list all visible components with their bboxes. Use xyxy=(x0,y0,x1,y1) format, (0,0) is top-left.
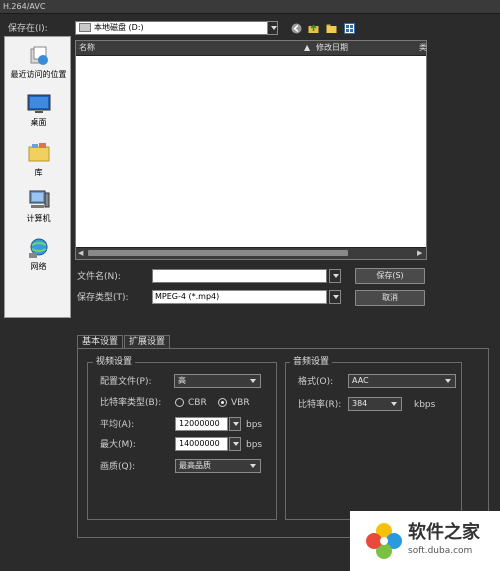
window-title: H.264/AVC xyxy=(0,0,500,14)
filetype-select[interactable]: MPEG-4 (*.mp4) xyxy=(152,290,327,304)
cancel-button[interactable]: 取消 xyxy=(355,290,425,306)
place-recent[interactable]: 最近访问的位置 xyxy=(5,45,72,80)
filetype-dropdown-button[interactable] xyxy=(329,290,341,304)
bitrate-type-label: 比特率类型(B): xyxy=(100,398,162,408)
back-icon[interactable] xyxy=(291,23,302,34)
tab-extended-settings[interactable]: 扩展设置 xyxy=(124,335,170,349)
video-settings-title: 视频设置 xyxy=(93,357,136,368)
place-label: 库 xyxy=(34,168,43,177)
filename-dropdown-button[interactable] xyxy=(329,269,341,283)
places-bar: 最近访问的位置 桌面 库 计算机 网络 xyxy=(4,36,71,318)
audio-bitrate-label: 比特率(R): xyxy=(298,400,342,410)
vbr-label: VBR xyxy=(231,398,250,408)
save-button[interactable]: 保存(S) xyxy=(355,268,425,284)
brand-logo-icon xyxy=(366,523,402,559)
format-label: 格式(O): xyxy=(298,377,334,387)
recent-places-icon xyxy=(30,46,48,65)
max-unit: bps xyxy=(246,440,263,450)
filename-label: 文件名(N): xyxy=(77,272,121,282)
average-label: 平均(A): xyxy=(100,420,135,430)
max-bitrate-dropdown[interactable] xyxy=(229,437,241,451)
scroll-left-icon[interactable]: ◀ xyxy=(78,249,83,257)
quality-label: 画质(Q): xyxy=(100,462,136,472)
computer-icon xyxy=(29,190,49,208)
filename-input[interactable] xyxy=(152,269,327,283)
watermark: 软件之家 soft.duba.com xyxy=(350,511,500,571)
desktop-icon xyxy=(27,94,50,113)
format-select[interactable]: AAC xyxy=(348,374,456,388)
drive-icon xyxy=(79,23,91,32)
file-list[interactable]: 名称 ▲ 修改日期 类 ◀ ▶ xyxy=(75,40,427,260)
network-icon xyxy=(28,238,47,258)
place-label: 计算机 xyxy=(26,214,51,223)
average-bitrate-input[interactable]: 12000000 xyxy=(175,417,228,431)
save-in-label: 保存在(I): xyxy=(8,24,48,34)
profile-label: 配置文件(P): xyxy=(100,377,152,387)
average-bitrate-dropdown[interactable] xyxy=(229,417,241,431)
profile-select[interactable]: 高 xyxy=(174,374,261,388)
scroll-thumb[interactable] xyxy=(88,250,348,256)
save-in-dropdown-button[interactable] xyxy=(267,21,278,35)
brand-url: soft.duba.com xyxy=(408,546,473,556)
max-bitrate-input[interactable]: 14000000 xyxy=(175,437,228,451)
view-menu-icon[interactable] xyxy=(344,23,355,34)
place-desktop[interactable]: 桌面 xyxy=(5,93,72,128)
tab-basic-settings[interactable]: 基本设置 xyxy=(77,335,123,349)
column-name[interactable]: 名称 xyxy=(79,41,95,55)
cbr-label: CBR xyxy=(188,398,207,408)
max-label: 最大(M): xyxy=(100,440,136,450)
audio-bitrate-unit: kbps xyxy=(414,400,436,410)
cbr-radio[interactable] xyxy=(175,398,184,407)
place-computer[interactable]: 计算机 xyxy=(5,189,72,224)
column-modified[interactable]: 修改日期 xyxy=(316,41,348,55)
libraries-icon xyxy=(28,143,49,162)
audio-settings-title: 音频设置 xyxy=(290,357,333,368)
place-network[interactable]: 网络 xyxy=(5,237,72,272)
filetype-label: 保存类型(T): xyxy=(77,293,129,303)
place-libraries[interactable]: 库 xyxy=(5,141,72,178)
place-label: 网络 xyxy=(30,262,47,271)
vbr-radio[interactable] xyxy=(218,398,227,407)
place-label: 最近访问的位置 xyxy=(10,70,67,79)
column-type[interactable]: 类 xyxy=(419,41,427,55)
quality-select[interactable]: 最高品质 xyxy=(175,459,261,473)
brand-name: 软件之家 xyxy=(408,522,480,543)
scroll-right-icon[interactable]: ▶ xyxy=(417,249,422,257)
file-list-header: 名称 ▲ 修改日期 类 xyxy=(76,41,427,56)
average-unit: bps xyxy=(246,420,263,430)
audio-bitrate-select[interactable]: 384 xyxy=(348,397,402,411)
new-folder-icon[interactable] xyxy=(326,23,337,34)
up-folder-icon[interactable] xyxy=(308,23,319,34)
horizontal-scrollbar[interactable]: ◀ ▶ xyxy=(76,247,426,259)
sort-up-icon: ▲ xyxy=(304,43,311,52)
save-in-value: 本地磁盘 (D:) xyxy=(94,23,144,32)
save-in-combo[interactable]: 本地磁盘 (D:) xyxy=(75,21,268,35)
place-label: 桌面 xyxy=(30,118,47,127)
